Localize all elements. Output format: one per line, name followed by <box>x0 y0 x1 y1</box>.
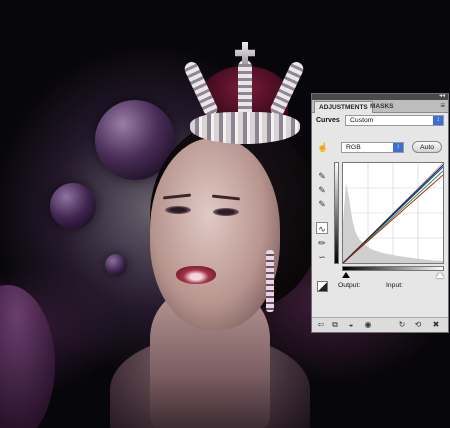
lips <box>176 266 216 284</box>
curve-edit-icon[interactable]: ∿ <box>316 222 328 234</box>
curves-svg <box>342 162 444 264</box>
visibility-icon[interactable]: ◉ <box>362 319 374 331</box>
adjustment-title: Curves <box>316 117 340 124</box>
output-label: Output: <box>338 282 361 289</box>
clip-layer-icon[interactable]: ◒ <box>345 319 357 331</box>
preset-dropdown[interactable]: Custom ↕ <box>345 115 444 126</box>
small-sphere <box>105 254 127 276</box>
chevron-updown-icon: ↕ <box>433 116 443 125</box>
return-icon[interactable]: ⇦ <box>315 319 327 331</box>
crown-band <box>190 112 300 144</box>
crown-cross <box>235 42 255 64</box>
face <box>150 138 280 330</box>
pencil-icon[interactable]: ✏ <box>316 237 328 249</box>
adjustments-panel: ◂◂ ADJUSTMENTS MASKS ≡ Curves Custom ↕ ☝… <box>311 93 449 333</box>
eyedropper-white-icon[interactable]: ✎ <box>316 198 328 210</box>
curves-graph[interactable] <box>342 162 444 264</box>
crown-arch <box>238 60 252 118</box>
channel-dropdown[interactable]: RGB ↕ <box>341 142 404 153</box>
output-gradient <box>334 162 339 264</box>
tab-adjustments[interactable]: ADJUSTMENTS <box>314 101 373 113</box>
on-image-adjust-icon[interactable]: ☝ <box>317 142 328 153</box>
reset-icon[interactable]: ⟲ <box>412 319 424 331</box>
medium-sphere <box>50 183 96 229</box>
white-point-slider[interactable] <box>436 272 444 278</box>
smooth-icon[interactable]: ∽ <box>316 251 328 263</box>
panel-menu-icon[interactable]: ≡ <box>440 101 445 110</box>
clipping-icon[interactable] <box>317 281 328 292</box>
tab-masks[interactable]: MASKS <box>366 101 397 112</box>
preset-value: Custom <box>350 117 374 124</box>
panel-tabs: ADJUSTMENTS MASKS ≡ <box>312 100 448 113</box>
double-arrow-icon[interactable]: ◂◂ <box>439 93 445 100</box>
crown <box>180 42 310 152</box>
eyedropper-black-icon[interactable]: ✎ <box>316 170 328 182</box>
right-eye <box>213 208 239 216</box>
input-label: Input: <box>386 282 404 289</box>
trash-icon[interactable]: ✖ <box>430 319 442 331</box>
expand-view-icon[interactable]: ⧉ <box>329 319 341 331</box>
eyedropper-gray-icon[interactable]: ✎ <box>316 184 328 196</box>
left-eye <box>165 206 191 214</box>
input-gradient <box>342 266 444 271</box>
channel-value: RGB <box>346 144 361 151</box>
panel-footer: ⇦ ⧉ ◒ ◉ ↻ ⟲ ✖ <box>312 317 448 332</box>
auto-button[interactable]: Auto <box>412 141 442 153</box>
black-point-slider[interactable] <box>342 272 350 278</box>
view-previous-icon[interactable]: ↻ <box>396 319 408 331</box>
chevron-updown-icon: ↕ <box>393 143 403 152</box>
earring <box>266 250 274 312</box>
